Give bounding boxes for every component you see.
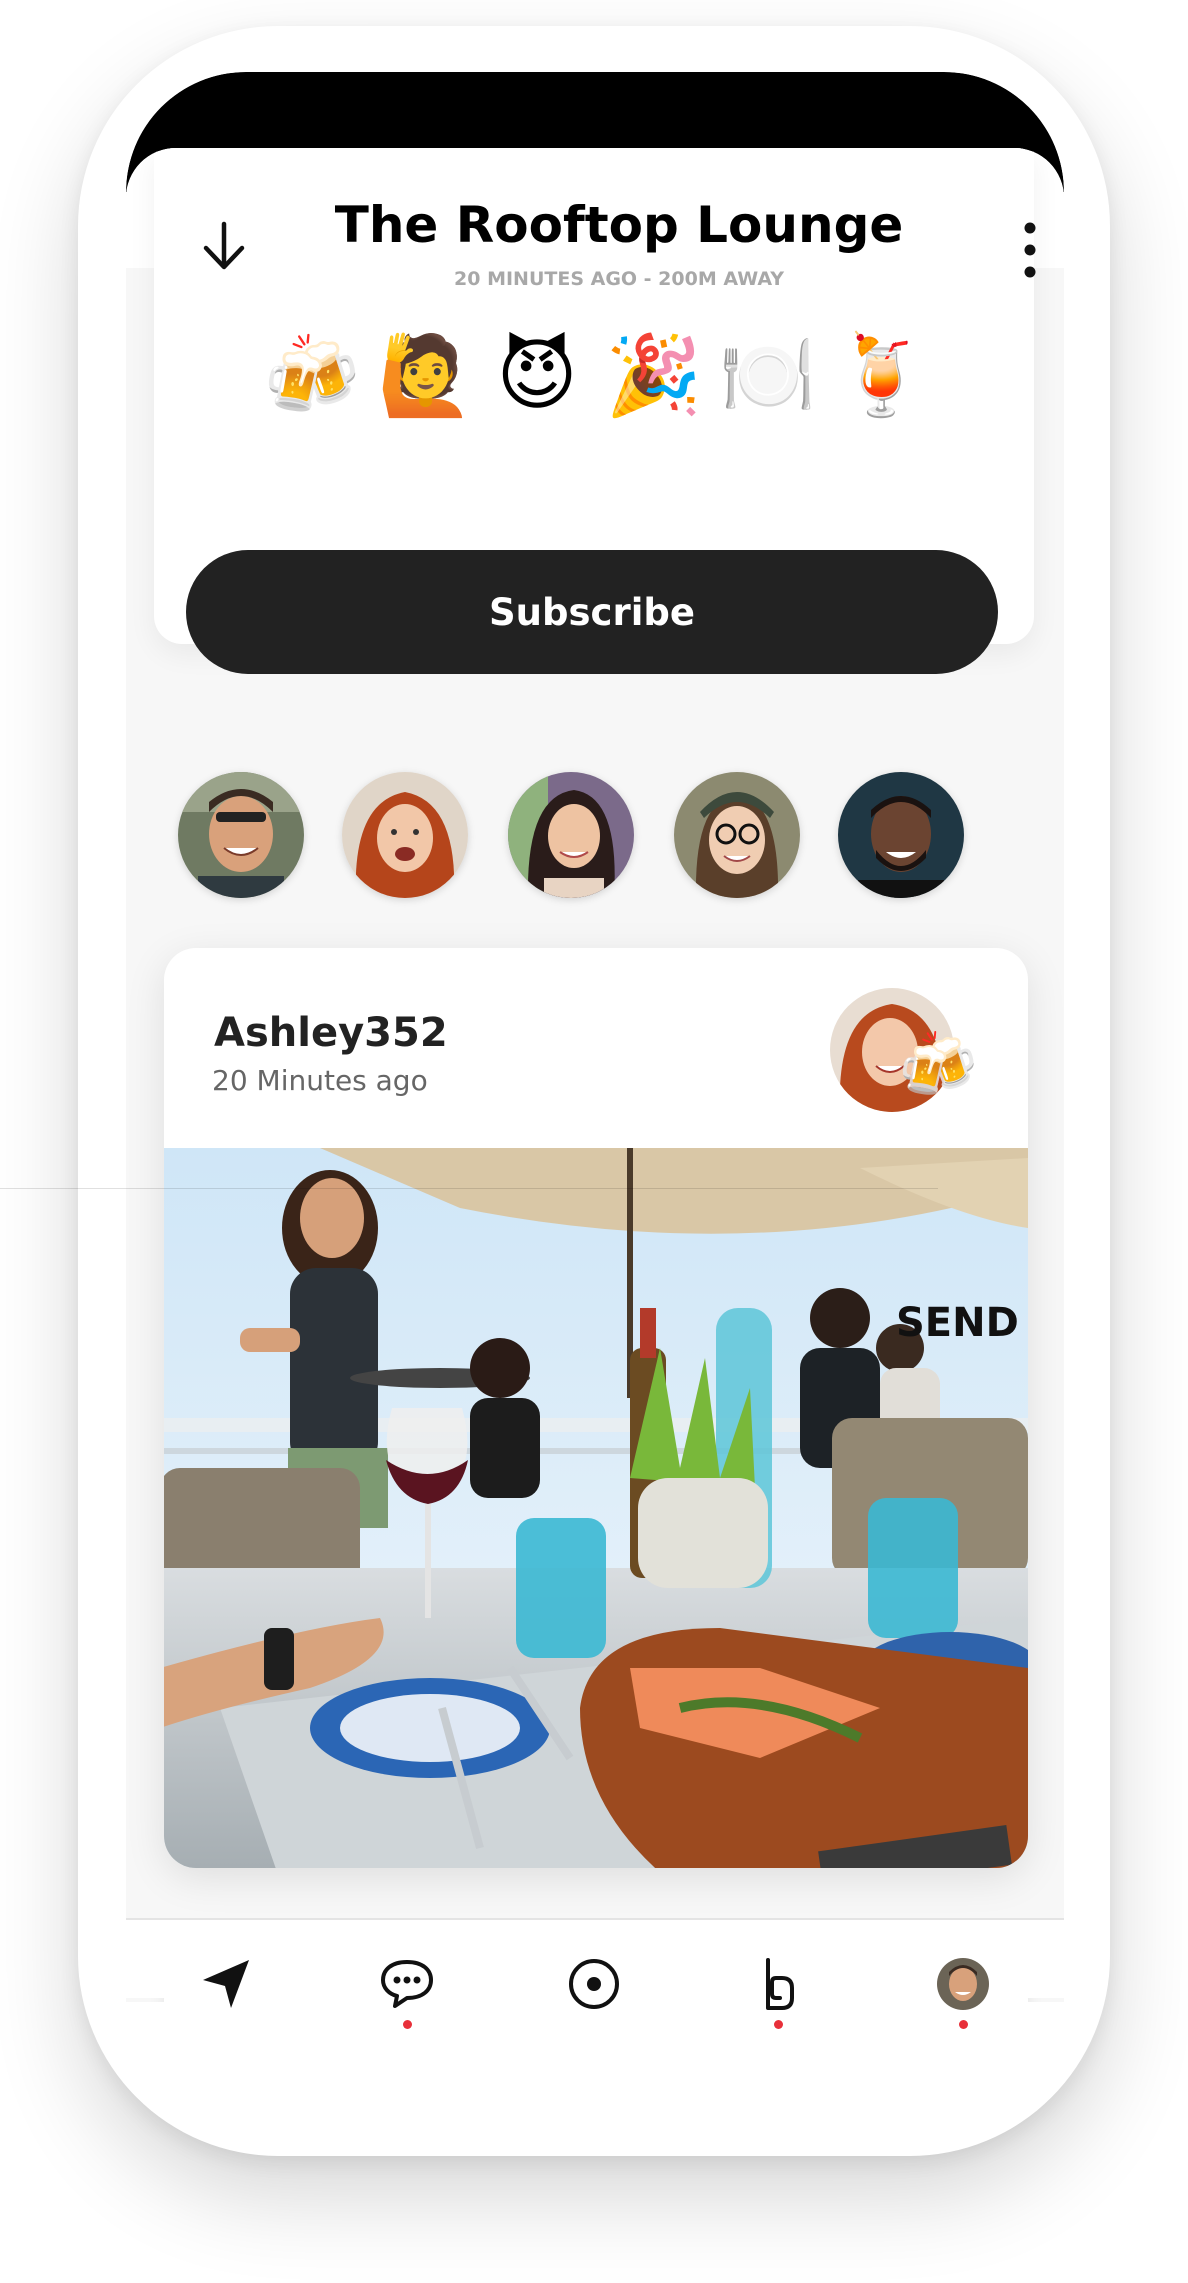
venue-page: The Rooftop Lounge 20 MINUTES AGO - 200M…	[126, 148, 1064, 2002]
venue-title: The Rooftop Lounge	[334, 196, 904, 254]
venue-meta: 20 MINUTES AGO - 200M AWAY	[454, 268, 784, 290]
attendee-avatar-3[interactable]	[508, 772, 634, 898]
raising-hand-emoji: 🙋	[377, 331, 475, 421]
target-circle-icon	[569, 1959, 619, 2009]
arrow-down-icon[interactable]	[198, 218, 250, 274]
party-popper-emoji: 🎉	[605, 331, 703, 421]
profile-avatar-icon	[937, 1958, 989, 2010]
b-logo-icon	[766, 1958, 794, 2010]
attendee-avatar-2[interactable]	[342, 772, 468, 898]
app-screen: The Rooftop Lounge 20 MINUTES AGO - 200M…	[126, 72, 1064, 2002]
smiling-devil-emoji: 😈	[496, 331, 578, 421]
attendee-avatar-4[interactable]	[674, 772, 800, 898]
chat-bubble-icon	[381, 1960, 433, 2008]
more-vertical-icon[interactable]	[1016, 218, 1044, 282]
beer-mugs-emoji: 🍻	[263, 331, 361, 421]
tropical-drink-emoji: 🍹	[833, 331, 931, 421]
attendee-avatar-5[interactable]	[838, 772, 964, 898]
tab-home[interactable]	[559, 1954, 629, 2024]
tab-navigate[interactable]	[192, 1954, 262, 2024]
bottom-tab-bar	[126, 1918, 1064, 2029]
post-username[interactable]: Ashley352	[214, 1010, 448, 1056]
subscribe-button[interactable]: Subscribe	[186, 550, 998, 674]
attendee-avatar-1[interactable]	[178, 772, 304, 898]
tab-profile[interactable]	[928, 1954, 998, 2029]
post-timestamp: 20 Minutes ago	[212, 1064, 428, 1097]
post-card: Ashley352 20 Minutes ago 🍻	[164, 948, 1028, 1868]
notification-dot	[403, 2020, 412, 2029]
navigation-arrow-icon	[203, 1960, 249, 2008]
plate-cutlery-emoji: 🍽️	[719, 331, 817, 421]
overlay-divider	[0, 1188, 938, 1189]
vibe-emoji-row: 🍻 🙋 😈 🎉 🍽️ 🍹	[154, 328, 1034, 424]
tab-brand[interactable]	[743, 1954, 813, 2029]
send-button[interactable]: SEND	[896, 1300, 1019, 1346]
attendees-avatar-row	[126, 772, 1064, 902]
tab-chat[interactable]	[372, 1954, 442, 2029]
notification-dot	[774, 2020, 783, 2029]
post-photo[interactable]	[164, 1148, 1028, 1868]
notification-dot	[959, 2020, 968, 2029]
beer-mugs-emoji: 🍻	[898, 1029, 978, 1103]
